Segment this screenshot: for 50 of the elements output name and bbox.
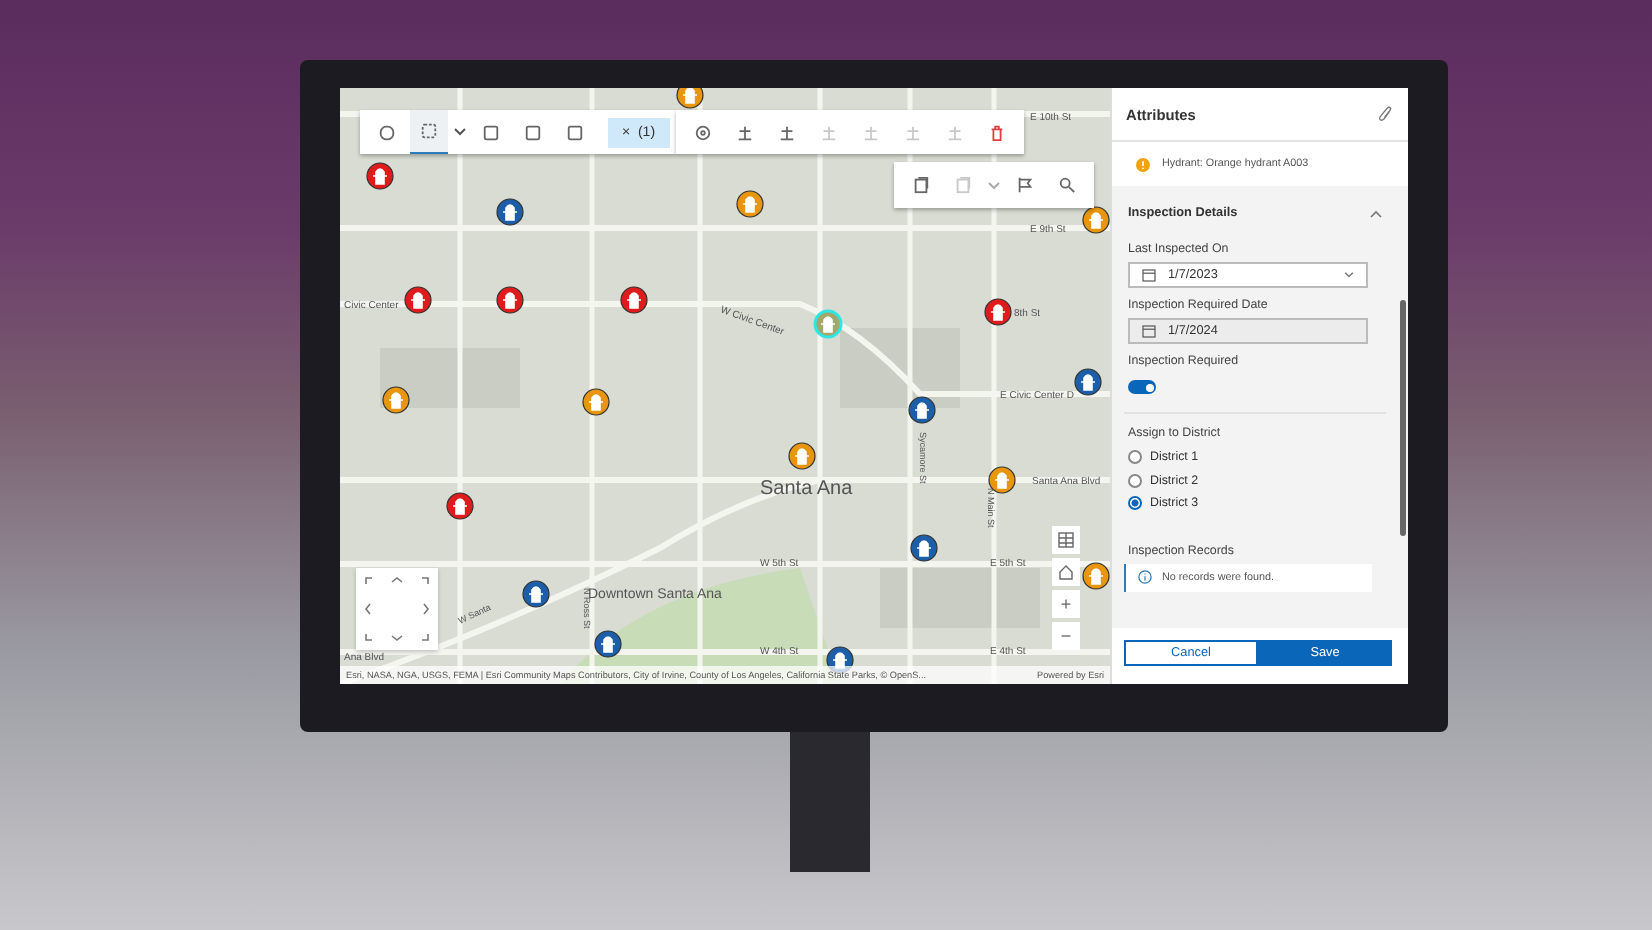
toggle-switch[interactable]	[1128, 380, 1156, 394]
search-icon	[1058, 176, 1076, 194]
tool-button[interactable]	[410, 110, 448, 154]
warning-icon	[1136, 157, 1150, 171]
caret-icon[interactable]	[454, 128, 466, 136]
paperclip-icon[interactable]	[1378, 106, 1392, 122]
tool-button[interactable]	[368, 110, 406, 154]
hydrant-marker[interactable]	[496, 198, 524, 226]
hydrant-marker[interactable]	[620, 286, 648, 314]
street-label: Santa Ana	[760, 478, 853, 500]
chevron-icon	[1370, 209, 1382, 217]
table-button[interactable]	[1052, 526, 1080, 554]
target-icon	[694, 123, 712, 141]
hydrant-marker[interactable]	[988, 466, 1016, 494]
select-box-icon	[420, 122, 438, 140]
hydrant-marker[interactable]	[1082, 206, 1110, 234]
hydrant-marker[interactable]	[1082, 562, 1110, 590]
layers-icon	[912, 176, 930, 194]
calendar-icon	[1142, 324, 1156, 338]
navigation-pad[interactable]	[356, 568, 438, 650]
hydrant-marker[interactable]	[366, 162, 394, 190]
hydrant-marker[interactable]	[676, 88, 704, 109]
flag-icon	[1016, 176, 1034, 194]
hydrant-marker[interactable]	[522, 580, 550, 608]
hydrant-marker[interactable]	[984, 298, 1012, 326]
radio-button[interactable]	[1128, 450, 1142, 465]
zoom-out-button[interactable]: −	[1052, 622, 1080, 650]
zoom-in-button[interactable]: +	[1052, 590, 1080, 618]
caret-icon	[1344, 272, 1354, 278]
hydrant-marker[interactable]	[404, 286, 432, 314]
hydrant-marker[interactable]	[582, 388, 610, 416]
table-icon	[1058, 532, 1074, 548]
hydrant-marker[interactable]	[594, 630, 622, 658]
hydrant-marker[interactable]	[908, 396, 936, 424]
hydrant-marker[interactable]	[1074, 368, 1102, 396]
info-icon	[1138, 570, 1152, 584]
radio-button[interactable]	[1128, 496, 1142, 511]
building-block	[380, 348, 520, 408]
hydrant-marker[interactable]	[446, 492, 474, 520]
trash-icon	[988, 123, 1006, 141]
hydrant-marker[interactable]	[910, 534, 938, 562]
hydrant-marker[interactable]	[736, 190, 764, 218]
paste-icon	[954, 176, 972, 194]
hydrant-marker[interactable]	[496, 286, 524, 314]
radio-button[interactable]	[1128, 473, 1142, 488]
monitor-stand	[790, 732, 870, 872]
calendar-icon	[1142, 268, 1156, 282]
hydrant-marker[interactable]	[788, 442, 816, 470]
home-icon	[1058, 564, 1074, 580]
hydrant-marker[interactable]	[382, 386, 410, 414]
